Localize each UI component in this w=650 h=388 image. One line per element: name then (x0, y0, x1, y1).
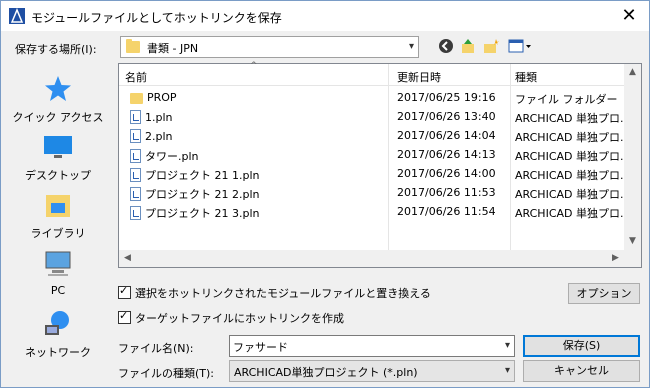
filetype-label: ファイルの種類(T): (118, 367, 215, 380)
file-name-cell: プロジェクト 21 3.pln (130, 205, 260, 221)
file-type-cell: ファイル フォルダー (515, 93, 618, 106)
place-desktop[interactable]: デスクトップ (3, 131, 113, 183)
table-row[interactable]: 1.pln 2017/06/26 13:40 ARCHICAD 単独プロ... (119, 108, 630, 127)
cancel-button[interactable]: キャンセル (523, 360, 640, 382)
column-header-date[interactable]: 更新日時 (397, 69, 441, 85)
filetype-select[interactable]: ARCHICAD単独プロジェクト (*.pln) ▾ (229, 360, 515, 382)
pln-file-icon (130, 129, 141, 143)
chevron-down-icon[interactable]: ▾ (505, 365, 510, 376)
table-row[interactable]: プロジェクト 21 2.pln 2017/06/26 11:53 ARCHICAD … (119, 184, 630, 203)
file-type-cell: ARCHICAD 単独プロ... (515, 169, 631, 182)
view-menu-icon[interactable] (507, 38, 533, 56)
filename-field[interactable]: ファサード ▾ (229, 335, 515, 357)
place-quick-access[interactable]: クイック アクセス (3, 73, 113, 125)
folder-icon (126, 39, 140, 53)
location-value: 書類 - JPN (147, 42, 199, 55)
places-bar: クイック アクセス デスクトップ ライブラリ PC ネットワーク (3, 63, 113, 375)
file-type-cell: ARCHICAD 単独プロ... (515, 112, 631, 125)
pln-file-icon (130, 187, 141, 201)
file-name-cell: PROP (130, 91, 177, 104)
column-header-name[interactable]: 名前 (125, 69, 147, 85)
location-combo[interactable]: 書類 - JPN ▾ (120, 36, 419, 58)
file-date-cell: 2017/06/26 11:53 (397, 186, 496, 199)
file-date-cell: 2017/06/26 13:40 (397, 110, 496, 123)
location-row: 保存する場所(I): 書類 - JPN ▾ (1, 35, 649, 61)
options-button[interactable]: オプション (568, 283, 640, 304)
file-date-cell: 2017/06/26 14:04 (397, 129, 496, 142)
scroll-left-icon[interactable]: ◀ (119, 250, 136, 267)
vertical-scrollbar[interactable]: ▲ ▼ (624, 64, 641, 250)
desktop-icon (42, 131, 74, 163)
table-row[interactable]: タワー.pln 2017/06/26 14:13 ARCHICAD 単独プロ... (119, 146, 630, 165)
place-network[interactable]: ネットワーク (3, 308, 113, 360)
close-icon[interactable]: ✕ (609, 1, 649, 31)
sort-arrow-icon: ^ (250, 61, 258, 71)
scroll-up-icon[interactable]: ▲ (624, 64, 641, 81)
table-row[interactable]: 2.pln 2017/06/26 14:04 ARCHICAD 単独プロ... (119, 127, 630, 146)
column-header-type[interactable]: 種類 (515, 69, 537, 85)
place-library[interactable]: ライブラリ (3, 189, 113, 241)
file-type-cell: ARCHICAD 単独プロ... (515, 150, 631, 163)
file-name-cell: タワー.pln (130, 148, 199, 164)
computer-icon (42, 248, 74, 280)
archicad-app-icon (9, 8, 25, 24)
file-type-cell: ARCHICAD 単独プロ... (515, 207, 631, 220)
chevron-down-icon[interactable]: ▾ (409, 41, 414, 52)
file-name-cell: プロジェクト 21 1.pln (130, 167, 260, 183)
filename-label: ファイル名(N): (118, 342, 194, 355)
create-hotlink-label: ターゲットファイルにホットリンクを作成 (135, 312, 344, 325)
create-hotlink-checkbox[interactable]: ターゲットファイルにホットリンクを作成 (118, 309, 344, 326)
window-title: モジュールファイルとしてホットリンクを保存 (31, 11, 282, 25)
pln-file-icon (130, 168, 141, 182)
location-label: 保存する場所(I): (15, 43, 97, 56)
scroll-right-icon[interactable]: ▶ (607, 250, 624, 267)
pln-file-icon (130, 110, 141, 124)
save-button[interactable]: 保存(S) (523, 335, 640, 357)
pln-file-icon (130, 149, 141, 163)
file-date-cell: 2017/06/26 14:00 (397, 167, 496, 180)
replace-label: 選択をホットリンクされたモジュールファイルと置き換える (135, 287, 431, 300)
new-folder-icon[interactable] (482, 38, 500, 56)
file-type-cell: ARCHICAD 単独プロ... (515, 188, 631, 201)
star-icon (42, 73, 74, 105)
file-name-cell: 2.pln (130, 129, 173, 143)
file-name-cell: 1.pln (130, 110, 173, 124)
checkbox-icon[interactable] (118, 284, 131, 299)
title-bar: モジュールファイルとしてホットリンクを保存 ✕ (1, 1, 649, 31)
folder-icon (130, 93, 143, 104)
library-icon (42, 189, 74, 221)
filetype-value: ARCHICAD単独プロジェクト (*.pln) (234, 366, 418, 379)
up-folder-icon[interactable] (459, 38, 477, 56)
file-rows: PROP 2017/06/25 19:16 ファイル フォルダー 1.pln 2017/… (119, 89, 630, 222)
table-row[interactable]: プロジェクト 21 1.pln 2017/06/26 14:00 ARCHICAD … (119, 165, 630, 184)
file-name-cell: プロジェクト 21 2.pln (130, 186, 260, 202)
file-date-cell: 2017/06/26 11:54 (397, 205, 496, 218)
chevron-down-icon[interactable]: ▾ (505, 340, 510, 351)
table-row[interactable]: プロジェクト 21 3.pln 2017/06/26 11:54 ARCHICAD … (119, 203, 630, 222)
checkbox-icon[interactable] (118, 309, 131, 324)
back-icon[interactable] (437, 38, 455, 56)
scroll-down-icon[interactable]: ▼ (624, 233, 641, 250)
place-pc[interactable]: PC (3, 248, 113, 297)
pln-file-icon (130, 206, 141, 220)
file-date-cell: 2017/06/26 14:13 (397, 148, 496, 161)
horizontal-scrollbar[interactable]: ◀ ▶ (119, 250, 624, 267)
file-list[interactable]: ^ 名前 更新日時 種類 PROP 2017/06/25 19:16 ファイル フォ… (118, 61, 642, 268)
save-dialog: モジュールファイルとしてホットリンクを保存 ✕ 保存する場所(I): 書類 - … (0, 0, 650, 388)
file-type-cell: ARCHICAD 単独プロ... (515, 131, 631, 144)
network-icon (42, 308, 74, 340)
table-row[interactable]: PROP 2017/06/25 19:16 ファイル フォルダー (119, 89, 625, 108)
list-header: ^ 名前 更新日時 種類 (119, 61, 641, 254)
replace-checkbox[interactable]: 選択をホットリンクされたモジュールファイルと置き換える (118, 284, 431, 301)
filename-value: ファサード (233, 341, 288, 354)
file-date-cell: 2017/06/25 19:16 (397, 91, 496, 104)
